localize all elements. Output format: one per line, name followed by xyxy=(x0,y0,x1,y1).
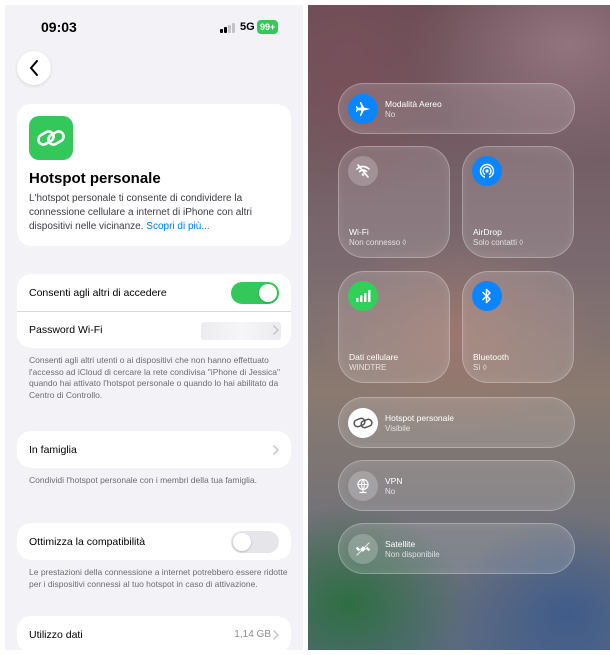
wifi-status: Non connesso ◊ xyxy=(349,238,407,247)
vpn-status: No xyxy=(385,487,396,496)
airdrop-tile[interactable]: AirDrop Solo contatti ◊ xyxy=(462,146,574,258)
wifi-off-icon xyxy=(348,156,378,186)
hotspot-link-icon xyxy=(348,408,378,438)
vpn-label: VPN xyxy=(385,476,403,486)
satellite-status: Non disponibile xyxy=(385,550,440,559)
compat-group: Ottimizza la compatibilità xyxy=(17,523,291,560)
hotspot-description: L'hotspot personale ti consente di condi… xyxy=(29,192,279,234)
control-center-screen: Modalità Aereo No Wi-Fi Non connesso ◊ A… xyxy=(308,5,610,650)
airdrop-label: AirDrop xyxy=(473,227,502,237)
family-label: In famiglia xyxy=(29,443,77,456)
data-usage-group: Utilizzo dati 1,14 GB xyxy=(17,616,291,650)
compat-label: Ottimizza la compatibilità xyxy=(29,535,146,548)
airplane-status: No xyxy=(385,110,396,119)
cellular-label: Dati cellulare xyxy=(349,352,399,362)
allow-others-toggle[interactable] xyxy=(231,281,279,304)
airplane-icon xyxy=(348,94,378,124)
page-title: Hotspot personale xyxy=(29,170,161,187)
satellite-label: Satellite xyxy=(385,539,416,549)
family-row[interactable]: In famiglia xyxy=(17,431,291,468)
compat-row: Ottimizza la compatibilità xyxy=(17,523,291,560)
airdrop-status: Solo contatti ◊ xyxy=(473,238,524,247)
wifi-password-row[interactable]: Password Wi-Fi xyxy=(17,311,291,348)
bluetooth-icon xyxy=(472,281,502,311)
family-footer: Condividi l'hotspot personale con i memb… xyxy=(29,475,257,485)
compat-footer: Le prestazioni della connessione a inter… xyxy=(29,567,288,589)
wifi-password-label: Password Wi-Fi xyxy=(29,324,103,336)
satellite-tile[interactable]: Satellite Non disponibile xyxy=(338,523,575,574)
data-usage-row[interactable]: Utilizzo dati 1,14 GB xyxy=(17,616,291,650)
chevron-right-icon xyxy=(273,629,279,640)
bluetooth-tile[interactable]: Bluetooth Sì ◊ xyxy=(462,271,574,383)
access-group: Consenti agli altri di accedere Password… xyxy=(17,274,291,348)
description-text: L'hotspot personale ti consente di condi… xyxy=(29,193,252,232)
allow-others-row: Consenti agli altri di accedere xyxy=(17,274,291,311)
family-group: In famiglia xyxy=(17,431,291,468)
wifi-label: Wi-Fi xyxy=(349,227,369,237)
wifi-tile[interactable]: Wi-Fi Non connesso ◊ xyxy=(338,146,450,258)
learn-more-link[interactable]: Scopri di più... xyxy=(146,221,209,232)
airplane-mode-tile[interactable]: Modalità Aereo No xyxy=(338,83,575,134)
battery-badge: 99+ xyxy=(257,20,279,34)
cellular-tile[interactable]: Dati cellulare WINDTRE xyxy=(338,271,450,383)
data-usage-value: 1,14 GB xyxy=(234,629,271,640)
satellite-icon xyxy=(348,534,378,564)
airplane-label: Modalità Aereo xyxy=(385,99,442,109)
chevron-left-icon xyxy=(30,60,38,76)
chevron-right-icon xyxy=(273,325,279,335)
network-type: 5G xyxy=(240,21,255,33)
vpn-tile[interactable]: VPN No xyxy=(338,460,575,511)
cellular-bars-icon xyxy=(348,281,378,311)
hotspot-app-icon xyxy=(29,116,73,160)
cellular-status: WINDTRE xyxy=(349,363,387,372)
back-button[interactable] xyxy=(17,51,51,85)
bluetooth-label: Bluetooth xyxy=(473,352,509,362)
status-time: 09:03 xyxy=(41,19,77,35)
hotspot-info-card: Hotspot personale L'hotspot personale ti… xyxy=(17,104,291,246)
chevron-right-icon xyxy=(273,444,279,455)
hotspot-status: Visibile xyxy=(385,424,411,433)
hotspot-tile[interactable]: Hotspot personale Visibile xyxy=(338,397,575,448)
hotspot-settings-screen: 09:03 5G 99+ Hotspot personale L'hotspot… xyxy=(5,5,303,650)
access-footer: Consenti agli altri utenti o ai disposit… xyxy=(29,355,280,400)
wifi-password-value xyxy=(201,322,281,340)
status-bar: 09:03 5G 99+ xyxy=(5,5,303,49)
bluetooth-status: Sì ◊ xyxy=(473,363,487,372)
cellular-signal-icon xyxy=(220,23,236,33)
compat-toggle[interactable] xyxy=(231,530,279,553)
airdrop-icon xyxy=(472,156,502,186)
allow-others-label: Consenti agli altri di accedere xyxy=(29,286,167,299)
data-usage-label: Utilizzo dati xyxy=(29,628,83,641)
hotspot-label: Hotspot personale xyxy=(385,413,454,423)
vpn-globe-icon xyxy=(348,471,378,501)
